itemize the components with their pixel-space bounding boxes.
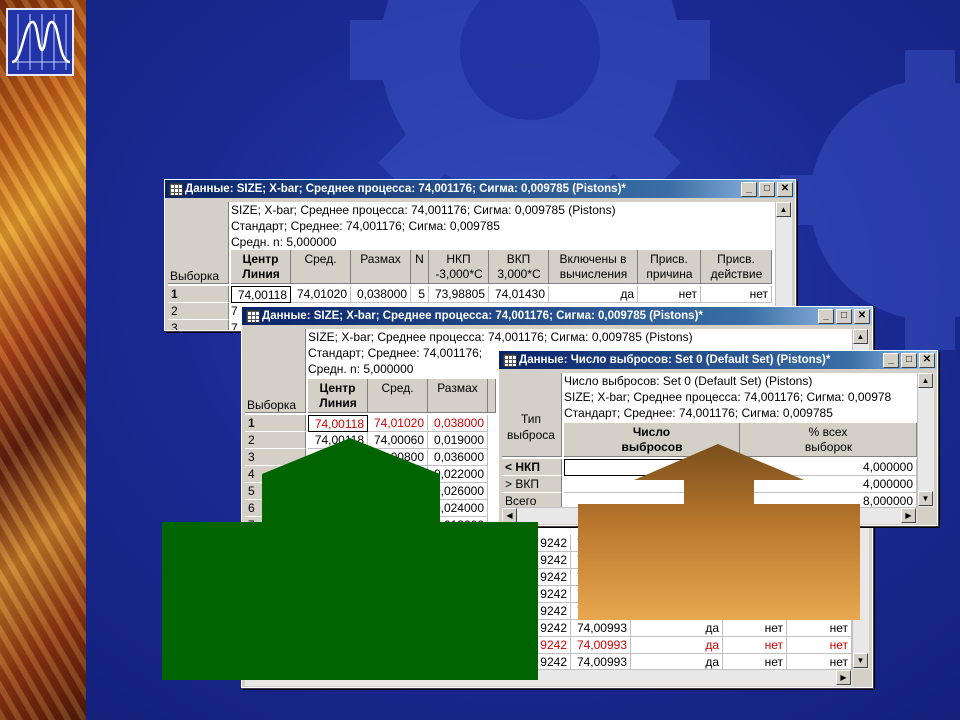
info-line: Число выбросов: Set 0 (Default Set) (Pis… [564, 374, 813, 388]
spreadsheet-icon [169, 183, 183, 196]
window-title-bar[interactable]: Данные: Число выбросов: Set 0 (Default S… [499, 351, 937, 369]
row-label[interactable]: 1 [245, 415, 306, 432]
table-cell[interactable]: да [631, 654, 723, 669]
table-cell[interactable]: 5 [411, 286, 429, 303]
column-header-sub: 3,000*С [497, 267, 541, 281]
table-cell[interactable]: 9242 [535, 569, 571, 586]
table-cell[interactable]: нет [787, 637, 852, 654]
minimize-button[interactable]: _ [883, 353, 899, 368]
scroll-up-button[interactable]: ▲ [776, 202, 791, 217]
scroll-up-button[interactable]: ▲ [918, 373, 933, 388]
column-header[interactable] [488, 379, 496, 413]
minimize-button[interactable]: _ [741, 182, 757, 197]
table-cell[interactable]: 9242 [535, 654, 571, 669]
close-button[interactable]: ✕ [919, 353, 935, 368]
window-title-bar[interactable]: Данные: SIZE; X-bar; Среднее процесса: 7… [165, 180, 795, 198]
green-arrow-callout [162, 438, 538, 680]
table-cell[interactable]: 9242 [535, 620, 571, 637]
info-line: Средн. n: 5,000000 [231, 235, 337, 249]
table-cell[interactable]: нет [723, 620, 787, 637]
spreadsheet-icon [503, 354, 517, 367]
column-header-sub: -3,000*С [435, 267, 483, 281]
window-title: Данные: Число выбросов: Set 0 (Default S… [519, 354, 831, 366]
table-cell[interactable]: нет [723, 654, 787, 669]
window-title: Данные: SIZE; X-bar; Среднее процесса: 7… [262, 310, 703, 322]
column-header-sub: Линия [319, 396, 357, 410]
table-cell[interactable]: 74,01020 [291, 286, 351, 303]
row-label[interactable]: 2 [168, 303, 229, 320]
table-cell[interactable]: нет [787, 620, 852, 637]
table-cell[interactable]: нет [723, 637, 787, 654]
table-cell[interactable]: 74,00993 [571, 620, 631, 637]
maximize-button[interactable]: □ [759, 182, 775, 197]
table-cell[interactable]: 74,01430 [489, 286, 549, 303]
info-line: Стандарт; Среднее: 74,001176; Сигма: 0,0… [564, 406, 833, 420]
close-button[interactable]: ✕ [854, 309, 870, 324]
table-cell[interactable]: 74,00118 [308, 415, 368, 432]
table-cell[interactable]: 9242 [535, 586, 571, 603]
decorative-sidebar [0, 0, 86, 720]
table-cell[interactable]: 9242 [535, 535, 571, 552]
info-line: Стандарт; Среднее: 74,001176; [308, 346, 483, 360]
corner-label: Тип [520, 412, 541, 426]
table-cell[interactable]: 74,01020 [368, 415, 428, 432]
info-line: Стандарт; Среднее: 74,001176; Сигма: 0,0… [231, 219, 500, 233]
distribution-curve-icon [6, 8, 74, 76]
scroll-down-button[interactable]: ▼ [853, 653, 868, 668]
column-header-sub: вычисления [559, 267, 628, 281]
table-cell[interactable]: 0,038000 [428, 415, 488, 432]
table-cell[interactable]: 74,00118 [231, 286, 291, 303]
scroll-up-button[interactable]: ▲ [853, 329, 868, 344]
info-line: SIZE; X-bar; Среднее процесса: 74,001176… [564, 390, 892, 404]
column-header-sub: причина [646, 267, 693, 281]
info-line: SIZE; X-bar; Среднее процесса: 74,001176… [231, 203, 616, 217]
table-cell[interactable]: нет [638, 286, 701, 303]
table-cell[interactable]: нет [701, 286, 772, 303]
maximize-button[interactable]: □ [836, 309, 852, 324]
table-cell[interactable]: 0,038000 [351, 286, 411, 303]
column-header[interactable]: Сред. [291, 250, 351, 284]
corner-label: Выборка [247, 398, 297, 412]
column-header[interactable]: N [411, 250, 429, 284]
minimize-button[interactable]: _ [818, 309, 834, 324]
table-cell[interactable]: 74,00993 [571, 637, 631, 654]
orange-arrow-callout [578, 444, 860, 620]
table-cell[interactable]: 74,00993 [571, 654, 631, 669]
table-cell[interactable]: 73,98805 [429, 286, 489, 303]
table-cell[interactable]: 9242 [535, 603, 571, 620]
column-header[interactable]: Размах [351, 250, 411, 284]
scroll-right-button[interactable]: ▶ [901, 508, 916, 523]
close-button[interactable]: ✕ [777, 182, 793, 197]
info-line: Средн. n: 5,000000 [308, 362, 414, 376]
scroll-down-button[interactable]: ▼ [918, 491, 933, 506]
row-label[interactable]: 3 [168, 320, 229, 330]
row-label[interactable]: 1 [168, 286, 229, 303]
table-cell[interactable]: да [631, 620, 723, 637]
maximize-button[interactable]: □ [901, 353, 917, 368]
column-header-sub: Линия [242, 267, 280, 281]
info-line: SIZE; X-bar; Среднее процесса: 74,001176… [308, 330, 693, 344]
vertical-scrollbar[interactable]: ▲ ▼ [917, 373, 934, 507]
table-cell[interactable]: 9242 [535, 637, 571, 654]
corner-label: Выборка [170, 269, 220, 283]
table-cell[interactable]: нет [787, 654, 852, 669]
spreadsheet-icon [246, 310, 260, 323]
window-title-bar[interactable]: Данные: SIZE; X-bar; Среднее процесса: 7… [242, 307, 872, 325]
window-title: Данные: SIZE; X-bar; Среднее процесса: 7… [185, 183, 626, 195]
column-header[interactable]: Сред. [368, 379, 428, 413]
column-header[interactable]: Размах [428, 379, 488, 413]
table-cell[interactable]: да [631, 637, 723, 654]
scroll-right-button[interactable]: ▶ [836, 670, 851, 685]
table-cell[interactable]: да [549, 286, 638, 303]
column-header-sub: действие [710, 267, 763, 281]
table-cell[interactable]: 9242 [535, 552, 571, 569]
